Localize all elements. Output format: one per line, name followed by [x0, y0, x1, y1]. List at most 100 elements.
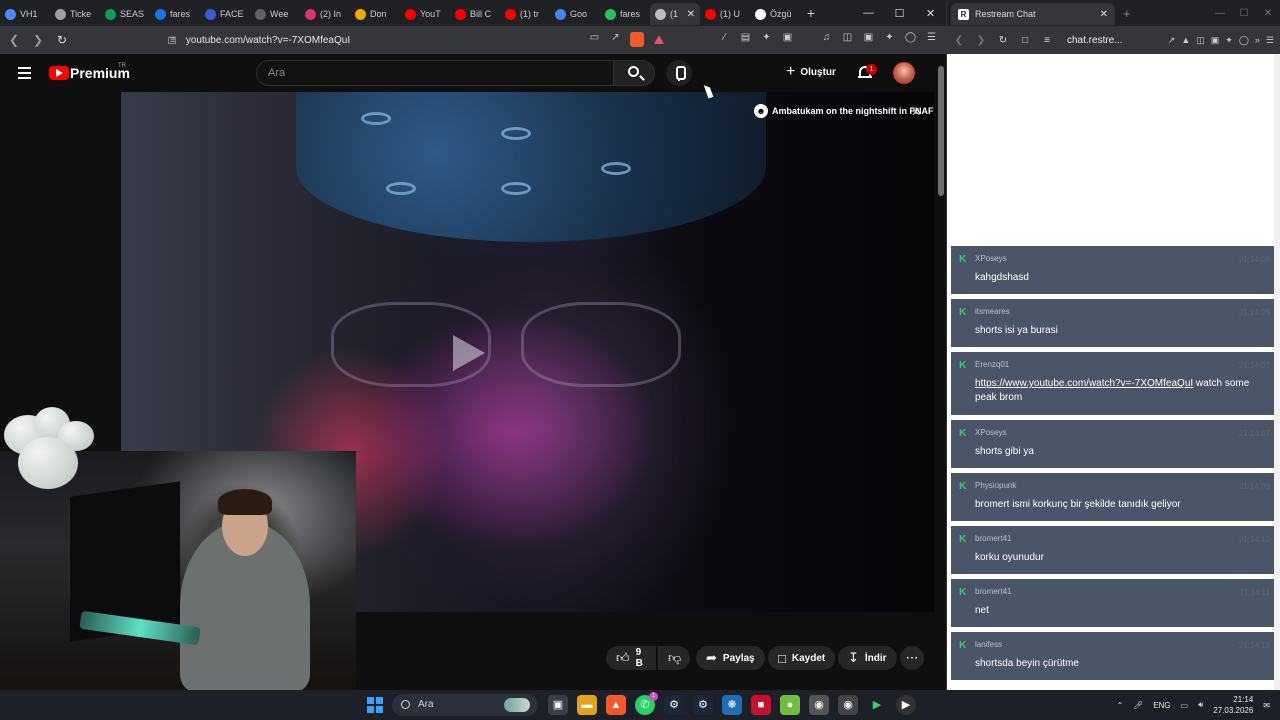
kick-icon[interactable]: ▶ [867, 695, 887, 715]
browser-tab[interactable]: (1) tr [500, 3, 550, 25]
chat-username[interactable]: Erenzq01 [975, 360, 1268, 369]
sidebar-icon[interactable]: ◫ [1196, 35, 1205, 46]
language-indicator[interactable]: ENG [1153, 701, 1170, 710]
extension-icon[interactable]: ∕ [718, 32, 731, 46]
browser-tab[interactable]: Ticke [50, 3, 100, 25]
maximize-button[interactable]: ☐ [884, 7, 915, 20]
microphone-icon[interactable]: 🎤︎ [1133, 701, 1143, 710]
game-launcher-icon[interactable]: ■ [751, 695, 771, 715]
windows-start-icon[interactable] [367, 697, 383, 713]
reload-icon[interactable]: ↻ [52, 33, 72, 47]
back-icon[interactable]: ❮ [4, 33, 24, 47]
taskbar-search[interactable]: Ara [392, 694, 538, 716]
chat-username[interactable]: lanifess [975, 640, 1268, 649]
tray-overflow-icon[interactable]: ⌃ [1116, 701, 1123, 710]
minimize-button[interactable]: — [853, 7, 884, 20]
browser-tab[interactable]: (1 ✕ [650, 3, 700, 25]
hamburger-menu-icon[interactable] [18, 67, 31, 79]
video-title-overlay[interactable]: ☻ Ambatukam on the nightshift in FNAF [754, 104, 934, 118]
download-button[interactable]: ↧ İndir [838, 646, 897, 670]
chat-username[interactable]: XPoseys [975, 428, 1268, 437]
notifications-icon[interactable]: ✉ [1263, 701, 1270, 710]
reload-icon[interactable]: ↻ [993, 35, 1013, 46]
maximize-button[interactable]: ☐ [1232, 8, 1256, 19]
screenshot-icon[interactable]: ▣ [781, 32, 794, 46]
file-explorer-icon[interactable]: ▬ [577, 695, 597, 715]
close-overlay-icon[interactable]: ✕ [911, 105, 921, 119]
browser-tab[interactable]: VH1 [0, 3, 50, 25]
forward-icon[interactable]: ❯ [971, 35, 991, 46]
back-icon[interactable]: ❮ [949, 35, 969, 46]
chat-username[interactable]: bromert41 [975, 534, 1268, 543]
leo-icon[interactable]: ✦ [883, 32, 896, 46]
search-input[interactable]: Ara [256, 60, 614, 86]
chat-username[interactable]: XPoseys [975, 254, 1268, 263]
browser-tab[interactable]: (2) In [300, 3, 350, 25]
cast-icon[interactable]: ▭ [588, 32, 601, 46]
sidebar-icon[interactable]: ◫ [841, 32, 854, 46]
browser-tab[interactable]: SEAS [100, 3, 150, 25]
dislike-button[interactable]: 👎︎ [658, 646, 690, 670]
chat-username[interactable]: Physiopunk [975, 481, 1268, 490]
menu-icon[interactable]: ☰ [1266, 35, 1274, 46]
extension-icon[interactable]: ▤ [739, 32, 752, 46]
brave-shields-icon[interactable]: ▲ [1181, 35, 1190, 46]
browser-tab[interactable]: FACE [200, 3, 250, 25]
leo-icon[interactable]: ✦ [1225, 35, 1233, 46]
brave-shields-icon[interactable] [630, 32, 644, 47]
volume-icon[interactable]: 🔊︎ [1198, 700, 1203, 710]
new-tab-button[interactable]: + [800, 5, 822, 21]
browser-tab[interactable]: fares [150, 3, 200, 25]
menu-icon[interactable]: ☰ [925, 32, 938, 46]
more-actions-button[interactable]: ⋯ [900, 646, 924, 670]
chat-link[interactable]: https://www.youtube.com/watch?v=-7XOMfea… [975, 378, 1193, 389]
browser-tab[interactable]: Don [350, 3, 400, 25]
browser-tab[interactable]: Bill C [450, 3, 500, 25]
play-icon[interactable] [453, 335, 485, 371]
search-button[interactable] [613, 60, 655, 86]
vpn-shield-icon[interactable]: ◯ [904, 32, 917, 46]
bookmark-icon[interactable]: □ [1015, 35, 1035, 46]
chat-url-text[interactable]: chat.restre... [1067, 35, 1123, 46]
browser-tab[interactable]: fares [600, 3, 650, 25]
brave-rewards-icon[interactable] [654, 35, 664, 44]
close-window-button[interactable]: ✕ [915, 7, 946, 20]
browser-tab[interactable]: Wee [250, 3, 300, 25]
youtube-logo-icon[interactable] [49, 66, 69, 80]
create-button[interactable]: + Oluştur [786, 64, 836, 80]
clock[interactable]: 21:14 27.03.2026 [1213, 694, 1253, 716]
chat-username[interactable]: bromert41 [975, 587, 1268, 596]
xbox-app-icon[interactable]: ● [780, 695, 800, 715]
chat-message-list[interactable]: K XPoseys 21:14:04 kahgdshasd Kitsmeares 21:1… [951, 246, 1276, 686]
share-icon[interactable]: ↗ [609, 32, 622, 46]
like-button[interactable]: 👍︎ 9 B [606, 646, 656, 670]
share-button[interactable]: ➦ Paylaş [696, 646, 765, 670]
chat-scrollbar[interactable] [1274, 54, 1280, 690]
network-icon[interactable]: ▭ [1181, 701, 1189, 710]
steam-icon[interactable]: ⚙ [664, 695, 684, 715]
account-avatar[interactable] [893, 62, 915, 84]
brave-browser-icon[interactable]: ▲ [606, 695, 626, 715]
site-info-icon[interactable]: ≡ [170, 35, 176, 46]
vpn-shield-icon[interactable]: ◯ [1239, 35, 1249, 46]
close-tab-icon[interactable]: ✕ [687, 9, 695, 20]
wallet-icon[interactable]: ▣ [1211, 35, 1220, 46]
new-tab-button[interactable]: + [1123, 6, 1131, 21]
music-icon[interactable]: ♫ [820, 32, 833, 46]
steam-icon-2[interactable]: ⚙ [693, 695, 713, 715]
site-info-icon[interactable]: ≡ [1037, 35, 1057, 46]
close-window-button[interactable]: ✕ [1256, 8, 1280, 19]
page-scrollbar[interactable] [936, 54, 946, 690]
browser-tab[interactable]: Goo [550, 3, 600, 25]
close-tab-icon[interactable]: ✕ [1100, 9, 1108, 20]
scrollbar-thumb[interactable] [938, 66, 944, 196]
chat-username[interactable]: itsmeares [975, 307, 1268, 316]
wallet-icon[interactable]: ▣ [862, 32, 875, 46]
browser-tab[interactable]: Özgü [750, 3, 800, 25]
browser-tab[interactable]: (1) U [700, 3, 750, 25]
browser-tab[interactable]: YouT [400, 3, 450, 25]
forward-icon[interactable]: ❯ [28, 33, 48, 47]
tab-restream-chat[interactable]: R Restream Chat ✕ [951, 3, 1115, 25]
minimize-button[interactable]: — [1208, 8, 1232, 19]
battlenet-icon[interactable]: ❋ [722, 695, 742, 715]
